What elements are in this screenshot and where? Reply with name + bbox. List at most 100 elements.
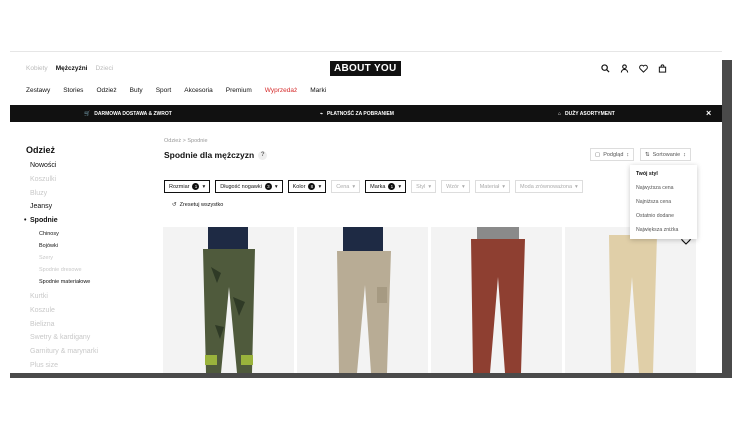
- filter-label: Materiał: [479, 183, 500, 190]
- frame-shadow-right: [722, 60, 732, 378]
- filter-rozmiar[interactable]: Rozmiar 1 ▾: [164, 180, 211, 193]
- reset-icon: ↺: [172, 202, 177, 208]
- sidebar-item-kurtki[interactable]: Kurtki: [30, 290, 98, 304]
- sort-label: Sortowanie: [652, 151, 681, 158]
- info-icon[interactable]: ?: [258, 150, 268, 160]
- chevron-icon: ↕: [626, 151, 630, 158]
- sort-option-najwyzsza-cena[interactable]: Najwyższa cena: [630, 181, 697, 195]
- sidebar-item-plus-size[interactable]: Plus size: [30, 359, 98, 373]
- page-title: Spodnie dla mężczyzn: [164, 150, 255, 160]
- promo-payment: ⌁ PŁATNOŚĆ ZA POBRANIEM: [320, 111, 394, 117]
- reset-label: Zresetuj wszystko: [179, 202, 224, 208]
- filter-wzor[interactable]: Wzór ▾: [441, 180, 470, 193]
- promo-assortment: ⌂ DUŻY ASORTYMENT: [558, 111, 615, 117]
- sort-option-twoj-styl[interactable]: Twój styl: [630, 167, 697, 181]
- chevron-down-icon: ▾: [428, 183, 432, 190]
- nav-marki[interactable]: Marki: [310, 87, 326, 94]
- sidebar-item-jeansy[interactable]: Jeansy: [30, 200, 98, 214]
- reset-filters-button[interactable]: ↺ Zresetuj wszystko: [172, 202, 223, 208]
- product-card[interactable]: [565, 227, 696, 373]
- sidebar-subitem-bojowki[interactable]: Bojówki: [30, 240, 98, 252]
- filter-count-badge: 3: [264, 183, 272, 190]
- promo-delivery: 🛒 DARMOWA DOSTAWA & ZWROT: [84, 111, 172, 117]
- tab-kobiety[interactable]: Kobiety: [26, 65, 48, 72]
- sidebar-subitem-szery[interactable]: Szery: [30, 252, 98, 264]
- nav-akcesoria[interactable]: Akcesoria: [184, 87, 213, 94]
- payment-icon: ⌁: [320, 110, 324, 117]
- product-image: [337, 227, 391, 373]
- nav-sport[interactable]: Sport: [156, 87, 172, 94]
- filter-material[interactable]: Materiał ▾: [474, 180, 511, 193]
- sort-option-ostatnio-dodane[interactable]: Ostatnio dodane: [630, 209, 697, 223]
- filter-bar: Rozmiar 1 ▾ Długość nogawki 3 ▾ Kolor 8 ▾ Cena…: [164, 180, 583, 193]
- product-card[interactable]: [297, 227, 428, 373]
- sidebar-subitem-chinosy[interactable]: Chinosy: [30, 228, 98, 240]
- promo-bar: 🛒 DARMOWA DOSTAWA & ZWROT ⌁ PŁATNOŚĆ ZA …: [10, 105, 722, 122]
- filter-kolor[interactable]: Kolor 8 ▾: [287, 180, 327, 193]
- sidebar-item-swetry[interactable]: Swetry & kardigany: [30, 331, 98, 345]
- view-label: Podgląd: [603, 151, 624, 158]
- nav-odziez[interactable]: Odzież: [96, 87, 116, 94]
- filter-cena[interactable]: Cena ▾: [331, 180, 361, 193]
- promo-payment-label: PŁATNOŚĆ ZA POBRANIEM: [327, 110, 394, 117]
- sidebar-item-koszulki[interactable]: Koszulki: [30, 173, 98, 187]
- nav-wyprzedaz[interactable]: Wyprzedaż: [265, 87, 297, 94]
- sidebar: Nowości Koszulki Bluzy Jeansy Spodnie Ch…: [24, 159, 98, 373]
- close-icon[interactable]: ×: [706, 108, 711, 118]
- filter-label: Styl: [416, 183, 426, 190]
- sidebar-subitem-dresowe[interactable]: Spodnie dresowe: [30, 264, 98, 276]
- nav-premium[interactable]: Premium: [226, 87, 252, 94]
- filter-label: Marka: [370, 183, 386, 190]
- gender-tabs: Kobiety Mężczyźni Dzieci: [26, 65, 113, 72]
- sort-dropdown: Twój styl Najwyższa cena Najniższa cena …: [630, 165, 697, 239]
- sort-button[interactable]: ⇅ Sortowanie ↕: [640, 148, 691, 161]
- nav-buty[interactable]: Buty: [130, 87, 143, 94]
- filter-label: Wzór: [446, 183, 459, 190]
- filter-moda[interactable]: Moda zrównoważona ▾: [515, 180, 583, 193]
- sidebar-item-nowosci[interactable]: Nowości: [30, 159, 98, 173]
- sidebar-item-bielizna[interactable]: Bielizna: [30, 318, 98, 332]
- filter-dlugosc-nogawki[interactable]: Długość nogawki 3 ▾: [215, 180, 283, 193]
- chevron-down-icon: ▾: [202, 183, 206, 190]
- header-icons: [600, 63, 667, 73]
- filter-styl[interactable]: Styl ▾: [411, 180, 437, 193]
- tab-dzieci[interactable]: Dzieci: [95, 65, 113, 72]
- product-image: [471, 227, 525, 373]
- product-image: [203, 227, 255, 373]
- tab-mezczyzni[interactable]: Mężczyźni: [56, 65, 88, 72]
- chevron-down-icon: ▾: [575, 183, 578, 190]
- bag-icon[interactable]: [657, 63, 667, 73]
- hanger-icon: ⌂: [558, 110, 562, 117]
- search-icon[interactable]: [600, 63, 610, 73]
- sidebar-title: Odzież: [26, 145, 56, 155]
- filter-marka[interactable]: Marka 1 ▾: [365, 180, 407, 193]
- heart-icon[interactable]: [638, 63, 648, 73]
- sort-option-najwieksza-znizka[interactable]: Największa zniżka: [630, 223, 697, 237]
- nav-zestawy[interactable]: Zestawy: [26, 87, 50, 94]
- logo[interactable]: ABOUT YOU: [330, 61, 401, 76]
- filter-label: Moda zrównoważona: [520, 183, 573, 190]
- page-title-row: Spodnie dla mężczyzn ?: [164, 150, 268, 160]
- promo-delivery-label: DARMOWA DOSTAWA & ZWROT: [94, 110, 172, 117]
- top-divider: [10, 51, 722, 52]
- view-button[interactable]: ▢ Podgląd ↕: [590, 148, 635, 161]
- breadcrumb[interactable]: Odzież > Spodnie: [164, 138, 208, 144]
- sidebar-item-spodnie[interactable]: Spodnie: [24, 214, 98, 228]
- sort-option-najnizsza-cena[interactable]: Najniższa cena: [630, 195, 697, 209]
- filter-label: Rozmiar: [169, 183, 190, 190]
- main-nav: Zestawy Stories Odzież Buty Sport Akceso…: [26, 87, 326, 94]
- user-icon[interactable]: [619, 63, 629, 73]
- product-card[interactable]: [163, 227, 294, 373]
- chevron-down-icon: ▾: [461, 183, 465, 190]
- chevron-down-icon: ▾: [318, 183, 322, 190]
- product-card[interactable]: [431, 227, 562, 373]
- chevron-down-icon: ▾: [274, 183, 278, 190]
- filter-count-badge: 1: [192, 183, 200, 190]
- product-image: [609, 235, 657, 373]
- filter-label: Cena: [336, 183, 350, 190]
- sidebar-item-koszule[interactable]: Koszule: [30, 304, 98, 318]
- sidebar-item-bluzy[interactable]: Bluzy: [30, 187, 98, 201]
- sidebar-subitem-materialowe[interactable]: Spodnie materiałowe: [30, 276, 98, 288]
- nav-stories[interactable]: Stories: [63, 87, 83, 94]
- sidebar-item-garnitury[interactable]: Garnitury & marynarki: [30, 345, 98, 359]
